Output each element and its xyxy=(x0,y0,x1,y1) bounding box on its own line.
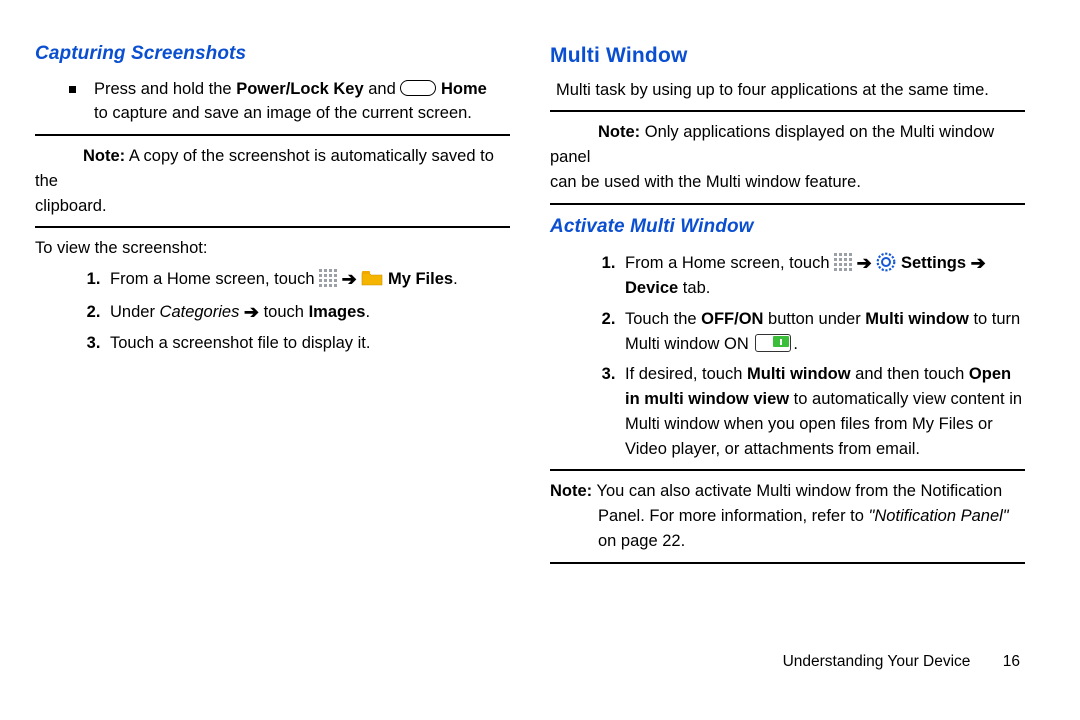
divider xyxy=(35,134,510,136)
text: If desired, touch xyxy=(625,365,747,383)
text: and then touch xyxy=(851,365,969,383)
text: Press and hold the xyxy=(94,80,236,98)
arrow-icon: ➔ xyxy=(244,302,259,322)
gear-icon xyxy=(876,252,896,272)
heading-activate-multi-window: Activate Multi Window xyxy=(550,213,1025,242)
divider xyxy=(550,562,1025,564)
text: to capture and save an image of the curr… xyxy=(94,101,487,126)
text: . xyxy=(453,270,458,288)
text-bold: OFF/ON xyxy=(701,310,763,328)
home-key-icon xyxy=(400,80,436,96)
text-bold: Multi window xyxy=(747,365,851,383)
screenshot-instruction-bullet: Press and hold the Power/Lock Key and Ho… xyxy=(35,77,510,127)
note-notification-panel: Note: You can also activate Multi window… xyxy=(550,479,1025,553)
page-footer: Understanding Your Device 16 xyxy=(35,650,1025,673)
footer-section: Understanding Your Device xyxy=(783,653,971,670)
note-label: Note: xyxy=(598,123,640,141)
divider xyxy=(550,203,1025,205)
list-item: Under Categories ➔ touch Images. xyxy=(105,298,510,325)
text-bold: Power/Lock Key xyxy=(236,80,363,98)
left-column: Capturing Screenshots Press and hold the… xyxy=(35,40,510,650)
toggle-on-icon xyxy=(755,334,791,352)
note-text-italic: "Notification Panel" xyxy=(869,507,1009,525)
arrow-icon: ➔ xyxy=(342,269,357,289)
list-item: Touch a screenshot file to display it. xyxy=(105,331,510,356)
activate-steps: From a Home screen, touch ➔ Settings ➔ xyxy=(550,249,1025,461)
text: From a Home screen, touch xyxy=(625,254,834,272)
note-label: Note: xyxy=(83,147,125,165)
note-clipboard: Note: A copy of the screenshot is automa… xyxy=(35,144,510,218)
divider xyxy=(35,226,510,228)
text-bold: Multi window xyxy=(865,310,969,328)
text-bold: Settings xyxy=(901,254,971,272)
text: . xyxy=(793,335,798,353)
apps-grid-icon xyxy=(834,253,852,271)
text-bold: Device xyxy=(625,279,678,297)
right-column: Multi Window Multi task by using up to f… xyxy=(550,40,1025,650)
note-text: on page 22. xyxy=(598,532,685,550)
text: Touch the xyxy=(625,310,701,328)
note-text: can be used with the Multi window featur… xyxy=(550,170,861,195)
text: touch xyxy=(259,303,309,321)
page-number: 16 xyxy=(1003,653,1020,670)
note-text: clipboard. xyxy=(35,194,107,219)
text-bold: My Files xyxy=(388,270,453,288)
list-item: If desired, touch Multi window and then … xyxy=(620,362,1025,461)
divider xyxy=(550,469,1025,471)
list-item: From a Home screen, touch ➔ My Files. xyxy=(105,265,510,292)
folder-icon xyxy=(361,270,383,286)
list-item: Touch the OFF/ON button under Multi wind… xyxy=(620,307,1025,357)
view-screenshot-intro: To view the screenshot: xyxy=(35,236,510,261)
list-item: From a Home screen, touch ➔ Settings ➔ xyxy=(620,249,1025,301)
bullet-square-icon xyxy=(69,86,76,93)
arrow-icon: ➔ xyxy=(971,253,986,273)
bullet-text: Press and hold the Power/Lock Key and Ho… xyxy=(94,77,487,127)
page-columns: Capturing Screenshots Press and hold the… xyxy=(35,40,1025,650)
arrow-icon: ➔ xyxy=(857,253,872,273)
note-multi-window-panel: Note: Only applications displayed on the… xyxy=(550,120,1025,194)
heading-multi-window: Multi Window xyxy=(550,40,1025,72)
text-bold: Images xyxy=(309,303,366,321)
text-italic: Categories xyxy=(160,303,244,321)
text-bold: Home xyxy=(436,80,486,98)
text: tab. xyxy=(678,279,710,297)
text: From a Home screen, touch xyxy=(110,270,319,288)
apps-grid-icon xyxy=(319,269,337,287)
text: . xyxy=(365,303,370,321)
text: button under xyxy=(763,310,865,328)
text: Under xyxy=(110,303,160,321)
heading-capturing-screenshots: Capturing Screenshots xyxy=(35,40,510,69)
view-screenshot-steps: From a Home screen, touch ➔ My Files. xyxy=(35,265,510,356)
note-label: Note: xyxy=(550,482,592,500)
text: and xyxy=(364,80,401,98)
divider xyxy=(550,110,1025,112)
multi-window-intro: Multi task by using up to four applicati… xyxy=(556,78,1025,103)
